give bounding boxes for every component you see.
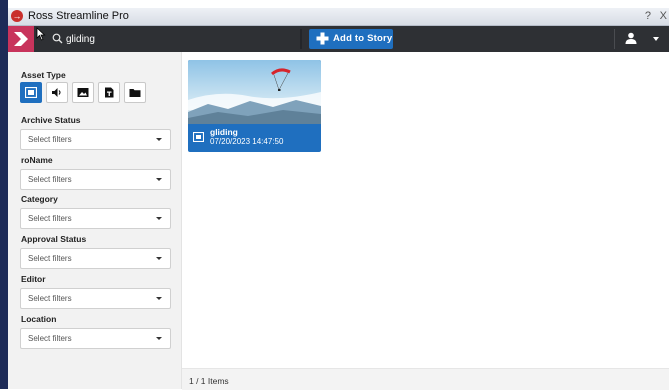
location-select[interactable]: Select filters (20, 328, 171, 349)
asset-name: gliding (210, 127, 238, 137)
caret-down-icon (156, 217, 162, 220)
filter-label-location: Location (21, 314, 57, 324)
caret-down-icon (156, 138, 162, 141)
caret-down-icon (156, 178, 162, 181)
asset-type-label: Asset Type (21, 70, 66, 80)
audio-icon (52, 88, 61, 97)
asset-thumbnail (188, 60, 321, 124)
close-button[interactable]: X (660, 10, 667, 22)
select-placeholder: Select filters (28, 254, 72, 263)
filter-label-approval-status: Approval Status (21, 234, 87, 244)
top-toolbar: Add to Story (8, 26, 669, 52)
chevron-down-icon[interactable] (653, 37, 659, 41)
asset-type-video-button[interactable] (20, 82, 42, 103)
filter-label-roname: roName (21, 155, 53, 165)
select-placeholder: Select filters (28, 334, 72, 343)
asset-type-image-button[interactable] (72, 82, 94, 103)
toolbar-divider (614, 29, 615, 49)
asset-type-document-button[interactable] (98, 82, 120, 103)
select-placeholder: Select filters (28, 175, 72, 184)
help-button[interactable]: ? (645, 10, 651, 22)
caret-down-icon (156, 337, 162, 340)
add-to-story-button[interactable]: Add to Story (309, 29, 393, 49)
search-input[interactable] (66, 30, 296, 48)
filter-sidebar: Asset Type Archive Status Select filters… (8, 52, 182, 389)
window-title: Ross Streamline Pro (28, 10, 129, 22)
caret-down-icon (156, 297, 162, 300)
folder-icon (129, 89, 141, 97)
image-icon (77, 88, 89, 97)
video-icon (25, 87, 37, 98)
search-icon (52, 33, 63, 44)
select-placeholder: Select filters (28, 294, 72, 303)
results-panel: gliding 07/20/2023 14:47:50 (182, 52, 669, 389)
window-frame (0, 0, 8, 389)
add-to-story-label: Add to Story (333, 33, 393, 44)
search-divider (300, 29, 302, 49)
asset-date: 07/20/2023 14:47:50 (210, 137, 284, 146)
ross-logo-icon (14, 32, 28, 46)
filter-label-archive-status: Archive Status (21, 115, 81, 125)
archive-status-select[interactable]: Select filters (20, 129, 171, 150)
select-placeholder: Select filters (28, 214, 72, 223)
filter-label-category: Category (21, 194, 58, 204)
mouse-cursor-icon (36, 27, 46, 41)
user-icon[interactable] (625, 32, 637, 44)
asset-card[interactable]: gliding 07/20/2023 14:47:50 (188, 60, 321, 152)
document-icon (105, 87, 114, 98)
plus-icon (316, 32, 329, 45)
approval-status-select[interactable]: Select filters (20, 248, 171, 269)
select-placeholder: Select filters (28, 135, 72, 144)
item-count: 1 / 1 Items (189, 376, 229, 386)
filter-label-editor: Editor (21, 274, 46, 284)
status-bar: 1 / 1 Items (182, 368, 669, 390)
window-titlebar: → Ross Streamline Pro ? X (8, 8, 669, 26)
editor-select[interactable]: Select filters (20, 288, 171, 309)
asset-type-folder-button[interactable] (124, 82, 146, 103)
asset-type-audio-button[interactable] (46, 82, 68, 103)
caret-down-icon (156, 257, 162, 260)
app-icon: → (11, 10, 23, 22)
category-select[interactable]: Select filters (20, 208, 171, 229)
ross-logo[interactable] (8, 26, 34, 52)
roname-select[interactable]: Select filters (20, 169, 171, 190)
video-icon (193, 132, 204, 142)
